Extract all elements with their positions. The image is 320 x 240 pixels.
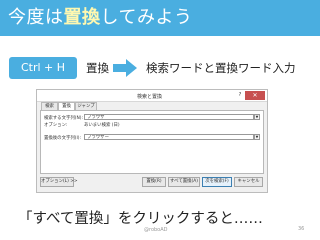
shortcut-key-badge: Ctrl + H <box>9 57 77 79</box>
find-next-button[interactable]: 次を検索(F) <box>202 177 232 187</box>
tab-jump[interactable]: ジャンプ <box>75 102 97 110</box>
replace-history-chevron-down-icon[interactable]: ▼ <box>254 134 260 140</box>
step-to-label: 検索ワードと置換ワード入力 <box>146 61 296 75</box>
slide-title-bar: 今度は置換してみよう <box>0 0 320 36</box>
replace-input[interactable]: ブラウザー <box>84 134 254 140</box>
page-number: 36 <box>298 226 305 232</box>
dialog-title: 検索と置換 <box>137 94 163 100</box>
tab-find[interactable]: 検索 <box>41 102 58 110</box>
replace-button[interactable]: 置換(R) <box>142 177 166 187</box>
right-arrow-icon <box>113 59 137 77</box>
more-options-button[interactable]: オプション(L) >> <box>40 177 78 187</box>
find-label: 検索する文字列(N): <box>44 116 83 121</box>
find-replace-dialog: 検索と置換 ? ✕ 検索 置換 ジャンプ 検索する文字列(N): ブラウザ ▼ … <box>36 89 268 193</box>
cancel-button[interactable]: キャンセル <box>234 177 263 187</box>
replace-tab-panel: 検索する文字列(N): ブラウザ ▼ オプション: あいまい検索 (日) 置換後… <box>40 110 264 174</box>
title-highlight: 置換 <box>63 7 101 28</box>
find-input[interactable]: ブラウザ <box>84 114 254 120</box>
replace-all-button[interactable]: すべて置換(A) <box>168 177 200 187</box>
options-value: あいまい検索 (日) <box>84 123 120 128</box>
options-label: オプション: <box>44 123 68 128</box>
footer-author: @roboAD <box>144 227 168 233</box>
close-icon[interactable]: ✕ <box>245 91 265 100</box>
slide-caption: 「すべて置換」をクリックすると…… <box>18 211 263 227</box>
replace-label: 置換後の文字列(I): <box>44 136 81 141</box>
find-history-chevron-down-icon[interactable]: ▼ <box>254 114 260 120</box>
dialog-title-bar: 検索と置換 ? ✕ <box>37 90 267 102</box>
step-from-label: 置換 <box>86 61 109 75</box>
slide-title: 今度は置換してみよう <box>8 6 192 30</box>
title-post: してみよう <box>100 7 193 28</box>
help-icon[interactable]: ? <box>236 92 244 99</box>
title-pre: 今度は <box>8 7 64 28</box>
